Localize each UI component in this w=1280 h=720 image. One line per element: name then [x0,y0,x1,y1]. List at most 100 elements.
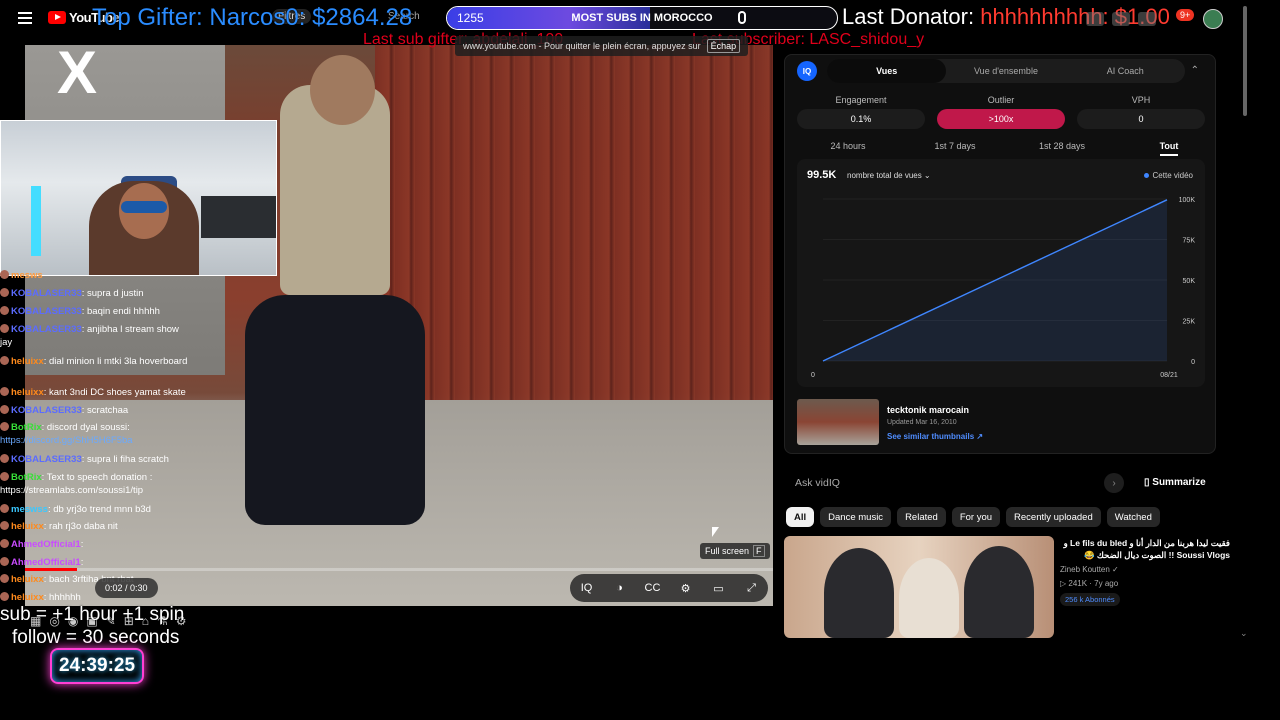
webcam-glasses [121,201,167,213]
chart-y-tick: 25K [1183,319,1196,326]
chat-badge-icon [0,270,9,279]
collapse-icon[interactable]: ⌃ [1191,65,1199,76]
chat-text: : kant 3ndi DC shoes yamat skate [43,387,186,398]
scrollbar-thumb[interactable] [1243,6,1247,116]
chat-text: : supra li fiha scratch [81,454,169,465]
chat-message: KOBALASER33: scratchaa [0,405,128,416]
filter-chip-item[interactable]: All [786,507,815,527]
vidiq-tab[interactable]: AI Coach [1066,59,1185,83]
follow-rule: follow = 30 seconds [12,627,180,648]
sub-goal-title: MOST SUBS IN MOROCCO [571,12,713,24]
chat-username[interactable]: BotRix [11,472,42,483]
account-avatar[interactable] [1203,9,1223,29]
sub-rule: sub = +1 hour +1 spin [0,604,185,625]
notifications-icon[interactable] [1138,12,1156,26]
chat-username[interactable]: heluixx [11,387,44,398]
filter-chip-item[interactable]: Watched [1106,507,1160,527]
chat-username[interactable]: mesws [11,270,43,281]
recommended-views: ▷ 241K · 7y ago [1060,579,1119,588]
apps-icon[interactable] [1112,12,1130,26]
video-progress-bar[interactable] [25,568,773,571]
range-tab[interactable]: 24 hours [803,141,893,151]
chat-message: BotRix: discord dyal soussi: [0,422,130,433]
chat-badge-icon [0,557,9,566]
chat-message: KOBALASER33: supra li fiha scratch [0,454,169,465]
chat-username[interactable]: AhmedOfficial1 [11,557,81,568]
mic-icon[interactable] [738,11,746,24]
chat-message: heluixx: kant 3ndi DC shoes yamat skate [0,387,186,398]
chat-text: : discord dyal soussi: [41,422,130,433]
chat-username[interactable]: BotRix [11,422,42,433]
captions-button[interactable]: CC [643,582,663,594]
recommended-channel[interactable]: Zineb Koutten ✓ [1060,565,1119,574]
recommended-video[interactable]: فقيت ليدا هربنا من الدار أنا و Le fils d… [784,536,1234,640]
chart-y-tick: 75K [1183,238,1196,245]
player-controls: IQ ◑ CC ⚙ ▭ ⤢ [570,574,768,602]
video-frame-dancer-legs [245,295,425,525]
scroll-down-icon[interactable]: ⌄ [1240,628,1248,639]
range-tab[interactable]: 1st 28 days [1017,141,1107,151]
thumb-person-2 [899,558,959,638]
filter-chip-item[interactable]: Recently uploaded [1006,507,1101,527]
chat-message: KOBALASER33: baqin endi hhhhh [0,306,160,317]
chat-username[interactable]: KOBALASER33 [11,306,82,317]
filter-chip-item[interactable]: Dance music [820,507,892,527]
settings-button[interactable]: ⚙ [676,582,696,595]
chat-text: : baqin endi hhhhh [81,306,160,317]
summarize-button[interactable]: ▯ Summarize [1144,477,1206,488]
video-thumbnail[interactable] [797,399,879,445]
chat-message: https://streamlabs.com/soussi1/tip [0,486,143,496]
chat-username[interactable]: KOBALASER33 [11,405,82,416]
chat-username[interactable]: meswss [11,504,48,515]
range-tab[interactable]: Tout [1124,141,1214,156]
vidiq-button[interactable]: IQ [577,582,597,594]
ask-vidiq-input[interactable]: Ask vidIQ [795,477,840,489]
chat-text: : supra d justin [81,288,144,299]
chat-badge-icon [0,306,9,315]
chat-text: : rah rj3o daba nit [43,521,118,532]
chart-legend: Cette vidéo [1143,171,1193,180]
chat-text: : anjibha l stream show [81,324,179,335]
recommended-thumbnail[interactable] [784,536,1054,638]
chat-username[interactable]: KOBALASER33 [11,288,82,299]
menu-icon[interactable] [18,12,32,24]
video-frame-door [375,45,773,405]
views-chart: 0 25K 50K 75K 100K 0 08/21 [811,197,1196,379]
chat-badge-icon [0,574,9,583]
autoplay-toggle[interactable]: ◑ [610,582,630,594]
chat-username[interactable]: KOBALASER33 [11,324,82,335]
chat-username[interactable]: heluixx [11,356,44,367]
chart-legend-label: Cette vidéo [1152,171,1193,180]
chat-username[interactable]: AhmedOfficial1 [11,539,81,550]
similar-thumbnails-link[interactable]: See similar thumbnails ↗ [887,432,983,441]
send-arrow-icon[interactable]: › [1104,473,1124,493]
sub-goal-bar: 1255 MOST SUBS IN MOROCCO [446,6,838,30]
filter-chip-item[interactable]: For you [951,507,1001,527]
chat-badge-icon [0,592,9,601]
chat-text: : Text to speech donation : [41,472,153,483]
chat-username[interactable]: heluixx [11,521,44,532]
vidiq-tab[interactable]: Vues [827,59,947,83]
vidiq-logo-icon: IQ [797,61,817,81]
chat-username[interactable]: KOBALASER33 [11,454,82,465]
chat-username[interactable]: heluixx [11,592,44,603]
chat-username[interactable]: heluixx [11,574,44,585]
create-icon[interactable] [1086,12,1104,26]
chat-badge-icon [0,472,9,481]
theater-button[interactable]: ▭ [709,582,729,595]
vidiq-tab[interactable]: Vue d'ensemble [946,59,1065,83]
range-tab[interactable]: 1st 7 days [910,141,1000,151]
filter-chip-item[interactable]: Related [897,507,946,527]
chart-y-tick: 0 [1191,359,1195,366]
chat-text[interactable]: https://discord.gg/ShH5H6F5ba [0,435,133,446]
fullscreen-tooltip-text: Full screen [705,546,750,556]
thumb-person-3 [964,546,1034,638]
chart-y-tick: 50K [1183,278,1196,285]
chat-badge-icon [0,405,9,414]
page-scrollbar[interactable] [1242,0,1248,640]
fullscreen-button[interactable]: ⤢ [742,582,762,595]
chat-text: : scratchaa [81,405,129,416]
header-icons [1086,12,1156,26]
chart-metric-select[interactable]: nombre total de vues ⌄ [847,171,931,180]
metric-value: 0 [1077,109,1205,129]
